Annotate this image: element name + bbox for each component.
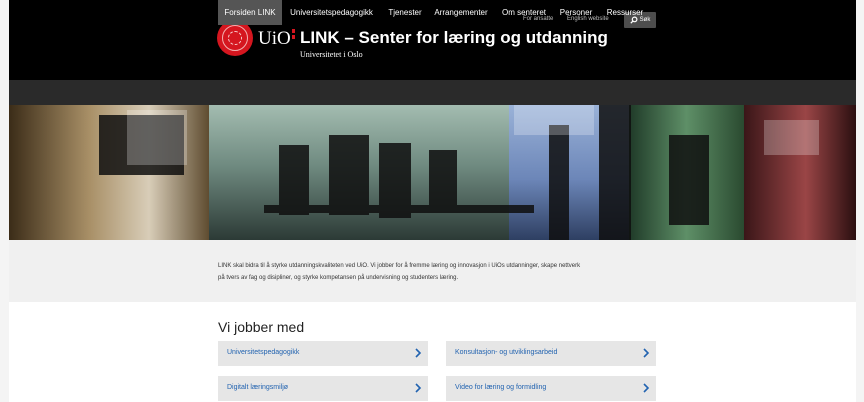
nav-item-ressurser[interactable]: Ressurser <box>603 0 647 25</box>
nav-item-personer[interactable]: Personer <box>556 0 596 25</box>
site-subtitle[interactable]: Universitetet i Oslo <box>300 50 363 59</box>
seal-core <box>228 31 242 45</box>
card-label: Digitalt læringsmiljø <box>227 384 289 391</box>
card-universitetspedagogikk[interactable]: Universitetspedagogikk <box>218 341 428 366</box>
brand-separator-icon <box>292 29 295 46</box>
chevron-right-icon <box>643 348 650 358</box>
nav-item-forsiden-link[interactable]: Forsiden LINK <box>218 0 282 25</box>
chevron-right-icon <box>643 383 650 393</box>
card-label: Konsultasjon- og utviklingsarbeid <box>455 349 558 356</box>
page-frame-right <box>856 0 864 402</box>
uio-seal-icon[interactable] <box>217 20 253 56</box>
chevron-right-icon <box>415 383 422 393</box>
intro-line-1: LINK skal bidra til å styrke utdanningsk… <box>218 263 581 269</box>
intro-text: LINK skal bidra til å styrke utdanningsk… <box>218 260 668 284</box>
intro-section: LINK skal bidra til å styrke utdanningsk… <box>9 240 856 302</box>
section-heading: Vi jobber med <box>218 319 305 335</box>
page-frame-left <box>0 0 9 402</box>
hero-banner <box>9 105 856 240</box>
chevron-right-icon <box>415 348 422 358</box>
seal-ring <box>222 25 248 51</box>
site-title[interactable]: LINK – Senter for læring og utdanning <box>300 28 608 48</box>
nav-item-om-senteret[interactable]: Om senteret <box>498 0 550 25</box>
main-nav <box>9 80 856 105</box>
hero-silhouettes <box>99 105 819 240</box>
nav-item-arrangementer[interactable]: Arrangementer <box>431 0 491 25</box>
card-konsultasjon[interactable]: Konsultasjon- og utviklingsarbeid <box>446 341 656 366</box>
card-video[interactable]: Video for læring og formidling <box>446 376 656 401</box>
nav-item-universitetspedagogikk[interactable]: Universitetspedagogikk <box>284 0 379 25</box>
card-label: Video for læring og formidling <box>455 384 547 391</box>
nav-item-tjenester[interactable]: Tjenester <box>383 0 427 25</box>
card-digitalt-laeringsmiljo[interactable]: Digitalt læringsmiljø <box>218 376 428 401</box>
card-label: Universitetspedagogikk <box>227 349 300 356</box>
intro-line-2: på tvers av fag og disipliner, og styrke… <box>218 275 459 281</box>
brand-logo[interactable]: UiO <box>258 28 291 50</box>
